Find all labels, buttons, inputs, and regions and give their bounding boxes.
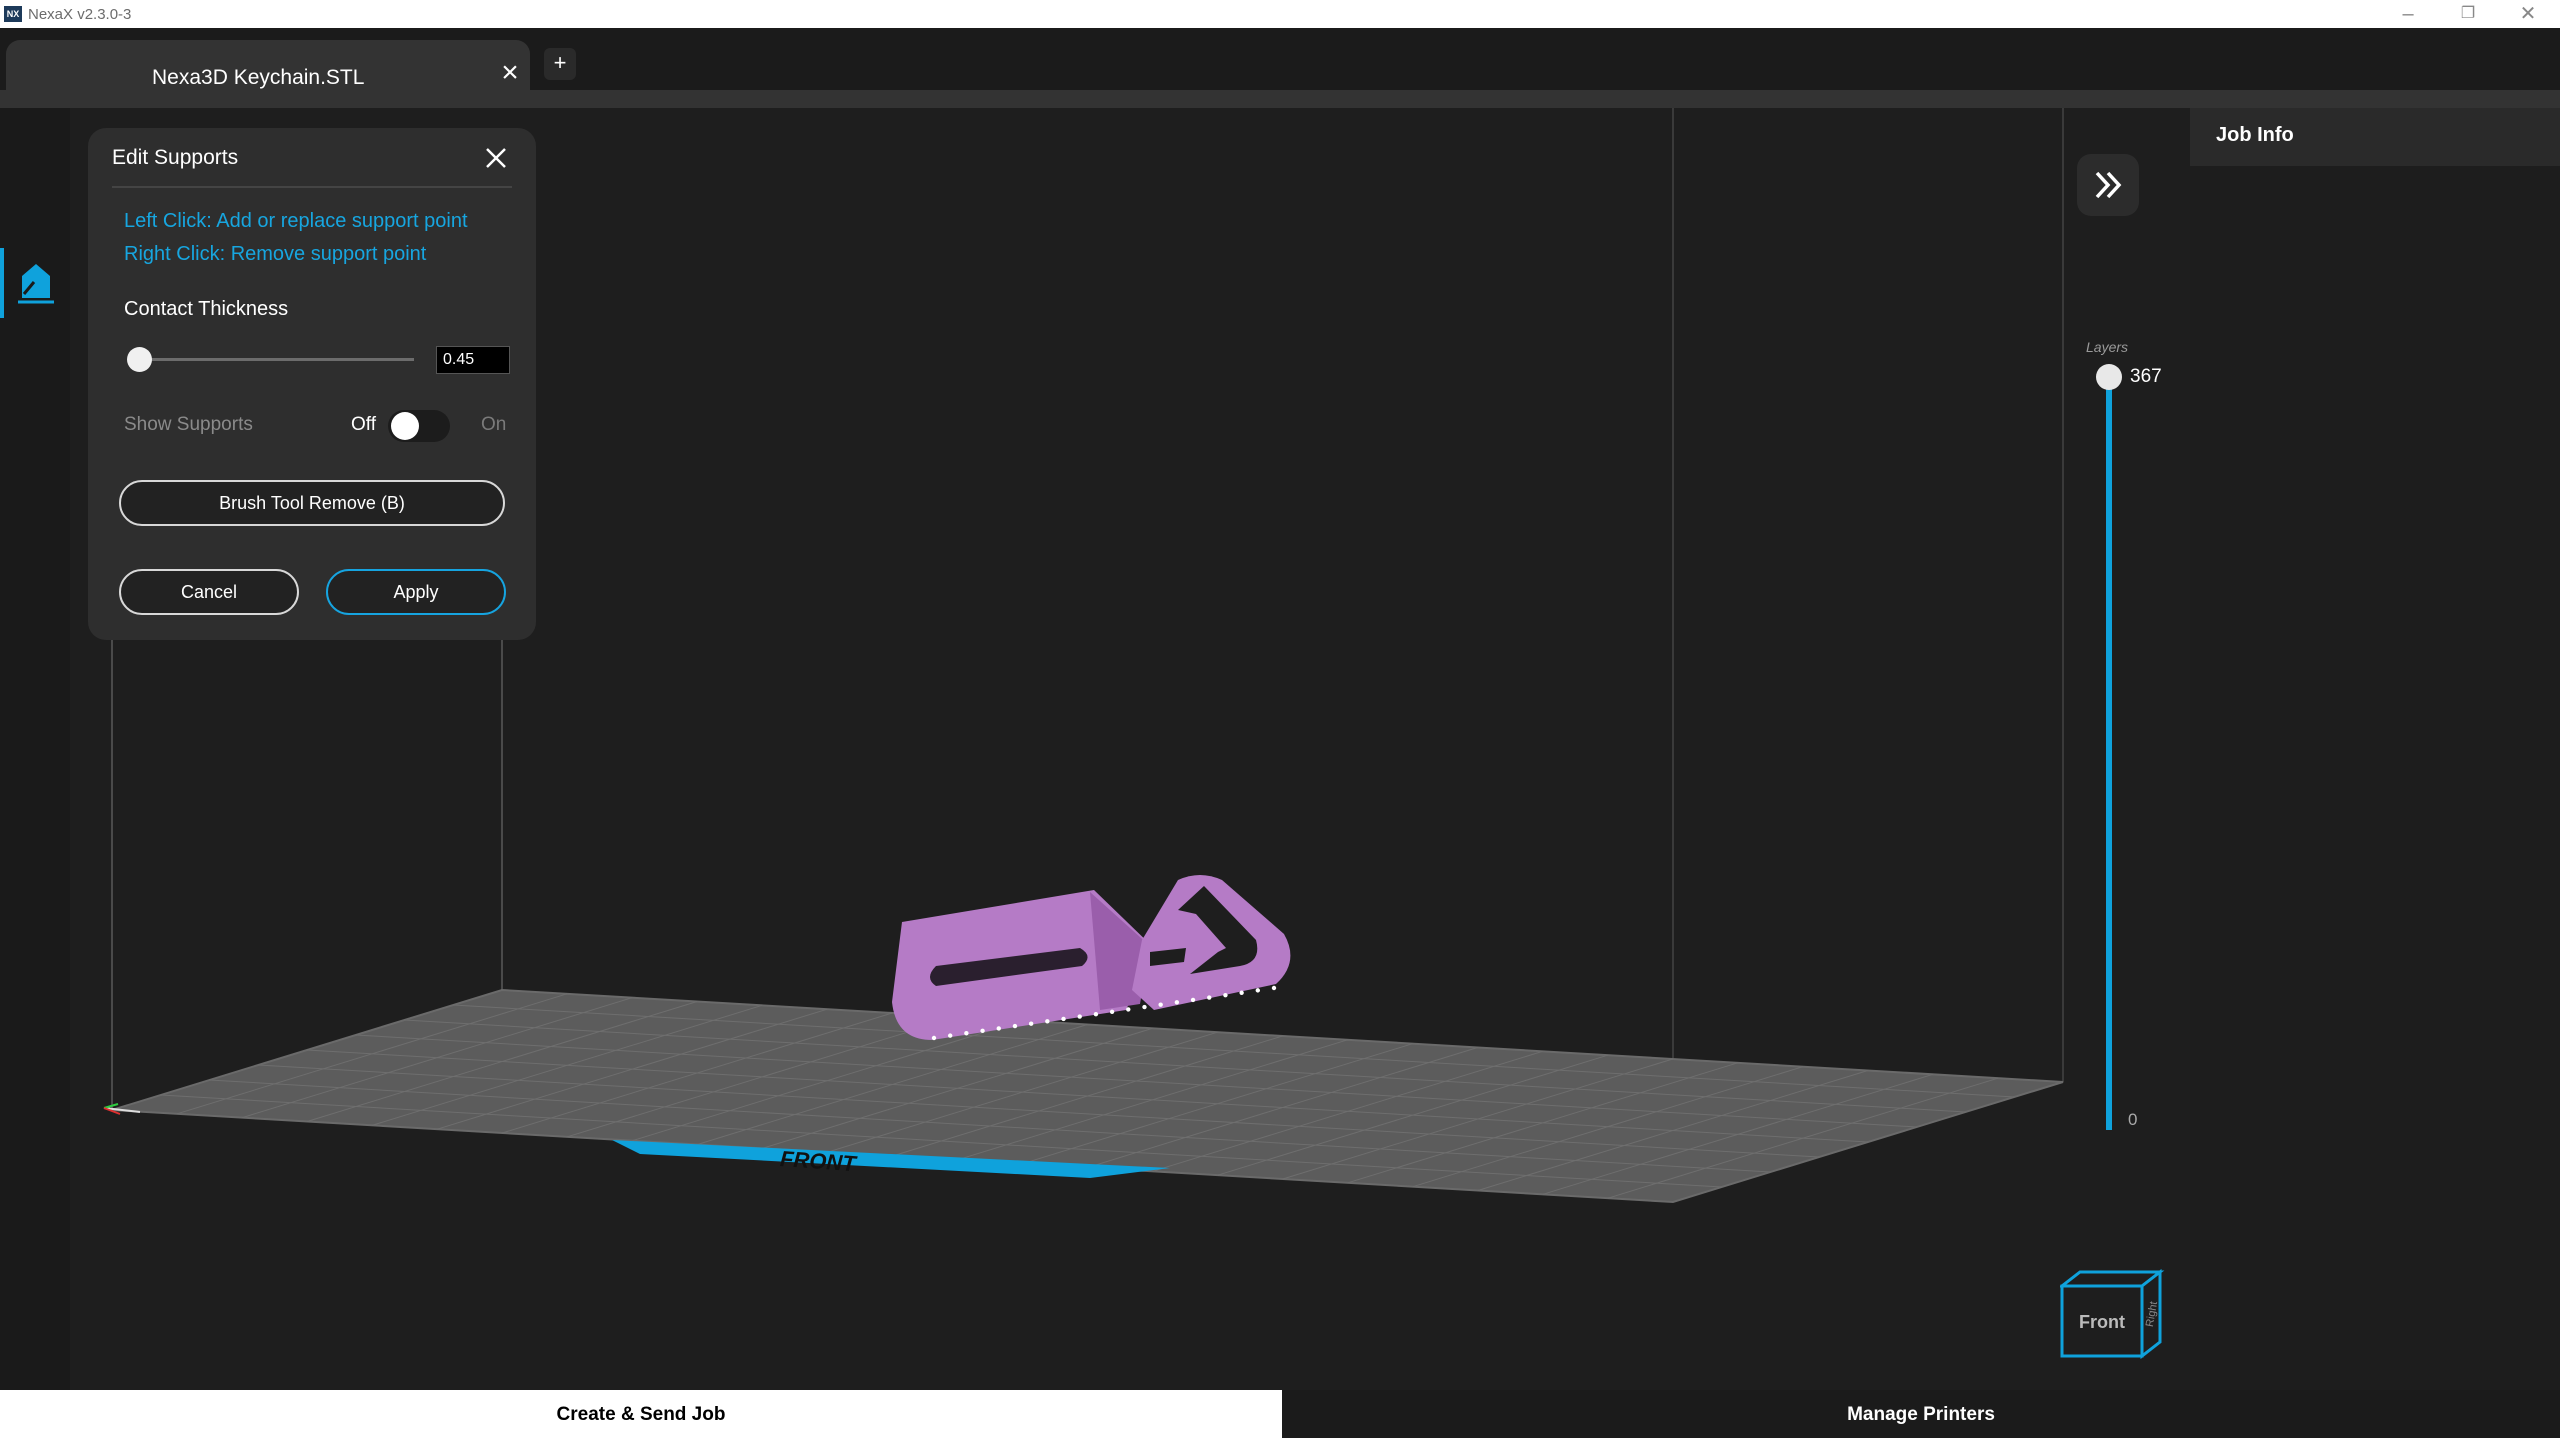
tab-strip: Nexa3D Keychain.STL × + (0, 28, 2560, 92)
left-toolbar (0, 108, 70, 1390)
support-point[interactable] (1077, 1014, 1082, 1019)
layers-slider-handle[interactable] (2096, 364, 2122, 390)
keychain-model (892, 875, 1291, 1040)
layers-bottom-value: 0 (2128, 1110, 2138, 1129)
tab-close-icon[interactable]: × (496, 58, 524, 88)
close-icon (486, 148, 506, 168)
support-point[interactable] (1142, 1004, 1147, 1010)
edit-supports-panel: Edit Supports Left Click: Add or replace… (88, 128, 536, 640)
support-point[interactable] (1093, 1011, 1099, 1017)
support-point[interactable] (1061, 1016, 1066, 1022)
job-info-panel: Job Info (2190, 108, 2560, 1390)
bottom-tab-bar: Create & Send Job Manage Printers (0, 1390, 2560, 1438)
toggle-off-label: Off (351, 414, 376, 435)
contact-thickness-input[interactable]: 0.45 (436, 346, 510, 374)
supports-tool-button[interactable] (0, 248, 70, 318)
cancel-button[interactable]: Cancel (119, 569, 299, 615)
view-cube[interactable]: Front Right (2057, 1268, 2170, 1360)
tab-underline (0, 90, 2560, 108)
supports-tool-icon (18, 264, 54, 304)
view-cube-icon: Front Right (2057, 1268, 2165, 1360)
support-point[interactable] (1271, 985, 1277, 991)
support-point[interactable] (1255, 988, 1261, 993)
support-point[interactable] (1223, 992, 1228, 998)
window-close-button[interactable]: ✕ (2500, 0, 2556, 28)
panel-close-button[interactable] (476, 138, 516, 178)
minimize-button[interactable]: – (2380, 0, 2436, 28)
support-point[interactable] (1012, 1023, 1018, 1029)
show-supports-label: Show Supports (124, 414, 253, 435)
brush-tool-remove-button[interactable]: Brush Tool Remove (B) (119, 480, 505, 526)
panel-title: Edit Supports (112, 146, 239, 169)
support-point[interactable] (1190, 997, 1196, 1003)
support-point[interactable] (1126, 1007, 1131, 1012)
support-point[interactable] (964, 1031, 969, 1036)
restore-button[interactable]: ❐ (2440, 0, 2496, 28)
toggle-knob (391, 412, 419, 440)
front-platform-label: FRONT (779, 1146, 858, 1176)
job-info-header: Job Info (2190, 108, 2560, 166)
show-supports-toggle[interactable] (388, 410, 450, 442)
help-left-click: Left Click: Add or replace support point (124, 210, 468, 232)
double-chevron-right-icon (2095, 171, 2122, 199)
support-point[interactable] (980, 1028, 985, 1034)
support-point[interactable] (1207, 995, 1212, 1000)
support-point[interactable] (1239, 990, 1244, 995)
support-point[interactable] (931, 1035, 937, 1041)
layers-top-value: 367 (2130, 366, 2162, 387)
title-bar: NX NexaX v2.3.0-3 – ❐ ✕ (0, 0, 2560, 28)
collapse-panel-button[interactable] (2077, 154, 2139, 216)
view-cube-front: Front (2079, 1312, 2125, 1332)
apply-button[interactable]: Apply (326, 569, 506, 615)
support-point[interactable] (1028, 1021, 1034, 1026)
contact-thickness-label: Contact Thickness (124, 298, 289, 320)
contact-thickness-slider-handle[interactable] (127, 347, 152, 372)
tab-manage-printers[interactable]: Manage Printers (1282, 1390, 2560, 1438)
tab-document-label: Nexa3D Keychain.STL (152, 66, 365, 89)
tab-manage-printers-label: Manage Printers (1847, 1404, 1995, 1425)
job-info-title: Job Info (2216, 124, 2294, 146)
app-logo-icon: NX (4, 6, 22, 22)
panel-divider (112, 186, 512, 188)
support-point[interactable] (947, 1033, 953, 1038)
support-point[interactable] (1158, 1002, 1163, 1007)
support-point[interactable] (1045, 1019, 1050, 1024)
tab-create-send-job-label: Create & Send Job (556, 1404, 726, 1425)
support-point[interactable] (996, 1026, 1001, 1031)
app-window: NX NexaX v2.3.0-3 – ❐ ✕ Nexa3D Keychain.… (0, 0, 2560, 1438)
layers-slider-track[interactable] (2106, 376, 2112, 1130)
layers-label: Layers (2086, 339, 2129, 355)
toggle-on-label: On (481, 414, 507, 435)
help-right-click: Right Click: Remove support point (124, 243, 427, 265)
tab-create-send-job[interactable]: Create & Send Job (0, 1390, 1282, 1438)
tab-document[interactable]: Nexa3D Keychain.STL × (6, 40, 530, 92)
support-point[interactable] (1109, 1009, 1115, 1015)
add-tab-button[interactable]: + (544, 48, 576, 80)
support-point[interactable] (1174, 1000, 1180, 1005)
window-title: NexaX v2.3.0-3 (28, 6, 132, 23)
contact-thickness-slider[interactable] (136, 358, 414, 361)
